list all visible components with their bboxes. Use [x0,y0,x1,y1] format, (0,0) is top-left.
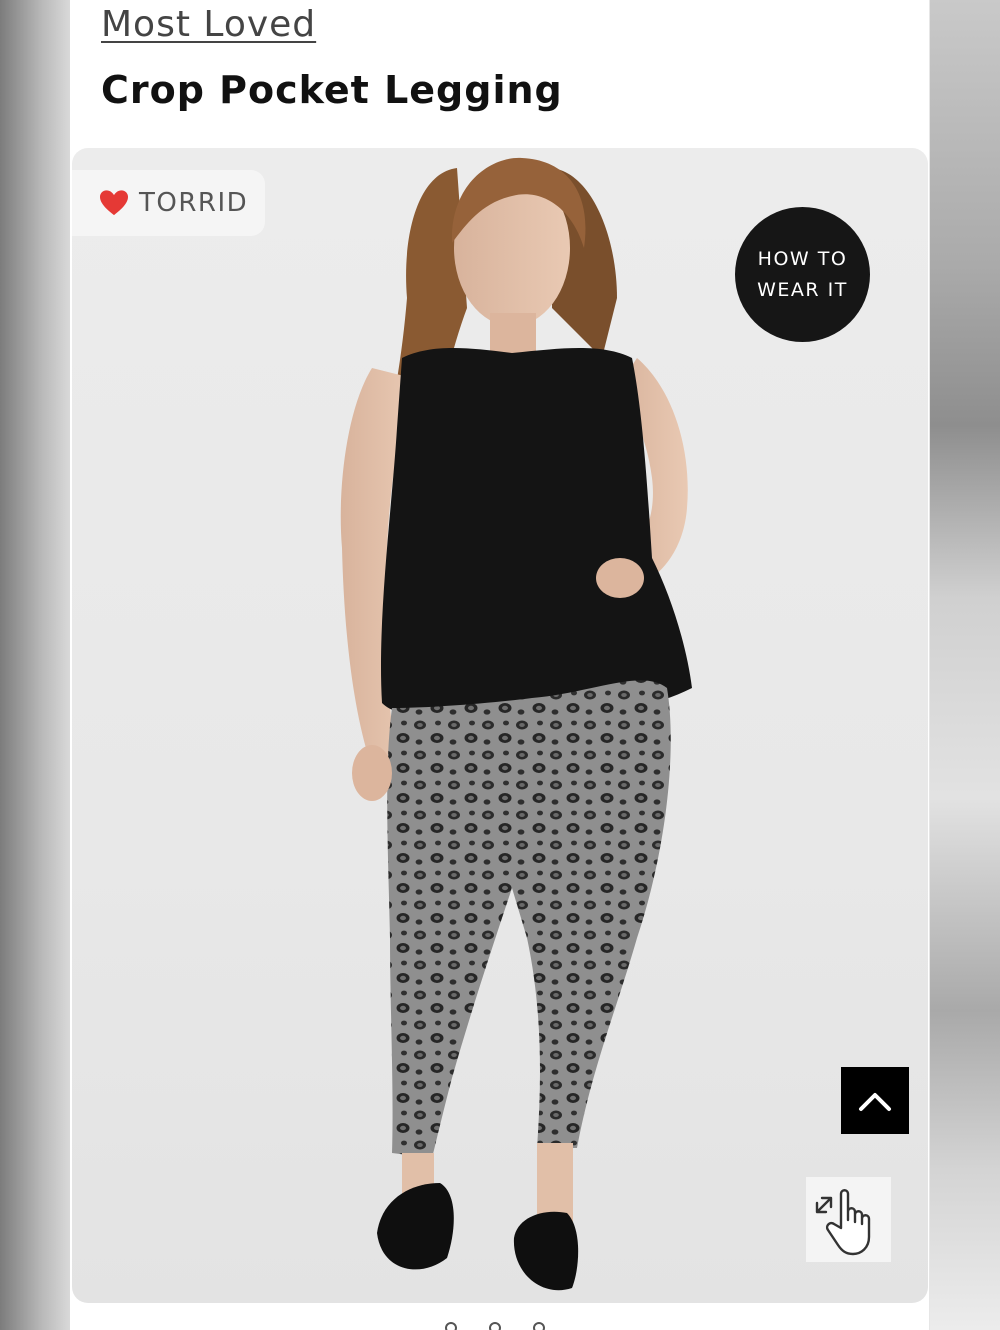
product-title: Crop Pocket Legging [101,68,563,112]
product-page: Most Loved Crop Pocket Legging TORRID HO… [70,0,930,1330]
carousel-dot[interactable] [489,1322,501,1330]
chevron-up-icon [859,1092,891,1111]
background-blur-right [928,0,1000,1330]
how-to-wear-it-button[interactable]: HOW TO WEAR IT [735,207,870,342]
carousel-pagination[interactable] [445,1322,545,1330]
scroll-to-top-button[interactable] [841,1067,909,1134]
product-image-carousel[interactable]: TORRID HOW TO WEAR IT [72,148,928,1303]
breadcrumb-link[interactable]: Most Loved [101,4,316,45]
brand-badge: TORRID [72,170,265,236]
brand-name: TORRID [139,188,249,218]
how-to-wear-line-2: WEAR IT [757,278,848,301]
heart-icon [100,190,128,216]
zoom-hint [806,1177,891,1262]
carousel-dot[interactable] [445,1322,457,1330]
background-blur-left [0,0,70,1330]
how-to-wear-line-1: HOW TO [757,247,848,270]
pinch-zoom-hand-icon [815,1188,870,1255]
carousel-dot[interactable] [533,1322,545,1330]
